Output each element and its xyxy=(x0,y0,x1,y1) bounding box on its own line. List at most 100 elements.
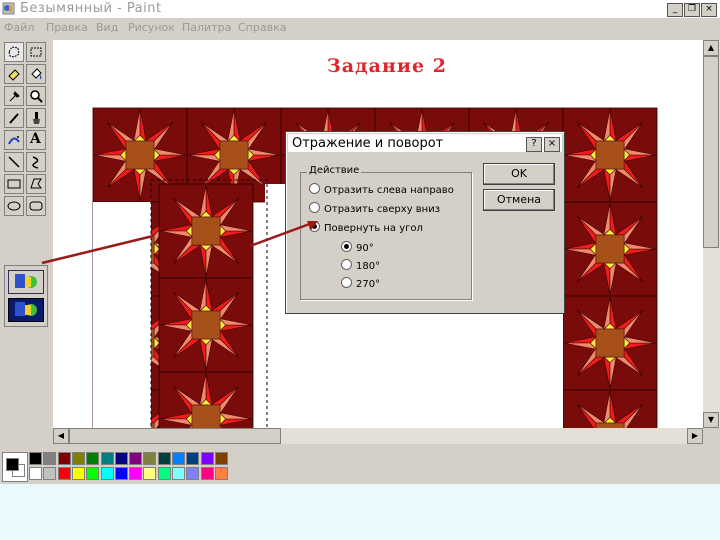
maximize-button[interactable]: ❐ xyxy=(684,3,700,17)
color-swatch[interactable] xyxy=(172,467,185,480)
pencil-icon xyxy=(9,113,19,124)
rotate-radio[interactable]: Повернуть на угол xyxy=(309,221,423,234)
color-swatch[interactable] xyxy=(172,452,185,465)
brush-tool[interactable] xyxy=(26,108,46,128)
color-swatch[interactable] xyxy=(29,467,42,480)
vertical-scroll-thumb[interactable] xyxy=(703,56,719,248)
text-icon: A xyxy=(30,131,41,147)
dialog-title: Отражение и поворот xyxy=(292,136,444,151)
free-select-tool[interactable] xyxy=(4,42,24,62)
paint-bucket-icon xyxy=(31,68,42,80)
scroll-up-arrow-icon[interactable]: ▲ xyxy=(703,40,719,56)
magnifier-tool[interactable] xyxy=(26,86,46,106)
angle-180-radio[interactable]: 180° xyxy=(341,259,380,272)
menu-view[interactable]: Вид xyxy=(96,21,118,34)
help-button[interactable]: ? xyxy=(526,137,542,152)
ellipse-tool[interactable] xyxy=(4,196,24,216)
airbrush-tool[interactable] xyxy=(4,130,24,150)
dialog-close-button[interactable]: × xyxy=(544,137,560,152)
flip-horizontal-label: Отразить слева направо xyxy=(324,185,454,196)
eraser-icon xyxy=(8,69,20,81)
foreground-color[interactable] xyxy=(6,458,19,471)
color-swatch[interactable] xyxy=(43,467,57,480)
color-swatch[interactable] xyxy=(200,452,214,465)
text-tool[interactable]: A xyxy=(26,130,46,150)
color-swatch[interactable] xyxy=(29,452,42,465)
vertical-scrollbar[interactable]: ▲ ▼ xyxy=(703,40,720,428)
color-swatch[interactable] xyxy=(143,452,157,465)
color-swatch[interactable] xyxy=(71,452,85,465)
color-swatch[interactable] xyxy=(186,467,200,480)
eyedropper-icon xyxy=(9,91,20,102)
minimize-button[interactable]: _ xyxy=(667,3,683,17)
menu-help[interactable]: Справка xyxy=(238,21,286,34)
horizontal-scroll-thumb[interactable] xyxy=(69,428,281,444)
transparent-selection-option[interactable] xyxy=(8,298,44,322)
radio-dot xyxy=(309,202,320,213)
color-swatch[interactable] xyxy=(157,467,171,480)
line-tool[interactable] xyxy=(4,152,24,172)
flip-vertical-radio[interactable]: Отразить сверху вниз xyxy=(309,202,440,215)
opaque-selection-icon xyxy=(15,274,37,288)
eraser-tool[interactable] xyxy=(4,64,24,84)
color-swatch[interactable] xyxy=(43,452,57,465)
scroll-down-arrow-icon[interactable]: ▼ xyxy=(703,412,719,428)
menu-bar: Файл Правка Вид Рисунок Палитра Справка xyxy=(0,19,720,37)
angle-90-label: 90° xyxy=(356,243,374,254)
color-swatch[interactable] xyxy=(214,452,228,465)
menu-edit[interactable]: Правка xyxy=(46,21,88,34)
color-swatch[interactable] xyxy=(57,467,71,480)
star-tile xyxy=(158,371,254,428)
rounded-rectangle-icon xyxy=(29,201,43,211)
color-swatch[interactable] xyxy=(157,452,171,465)
color-swatch[interactable] xyxy=(100,467,114,480)
star-tile xyxy=(562,201,658,297)
opaque-selection-option[interactable] xyxy=(8,270,44,294)
paint-app-icon xyxy=(2,2,15,15)
menu-image[interactable]: Рисунок xyxy=(128,21,175,34)
flip-rotate-dialog: Отражение и поворот ? × Действие Отразит… xyxy=(285,131,565,314)
scroll-left-arrow-icon[interactable]: ◀ xyxy=(53,428,69,444)
line-icon xyxy=(8,156,20,168)
airbrush-icon xyxy=(8,136,20,145)
dialog-title-bar: Отражение и поворот ? × xyxy=(288,134,562,152)
color-swatch[interactable] xyxy=(114,467,128,480)
scroll-right-arrow-icon[interactable]: ▶ xyxy=(687,428,703,444)
menu-colors[interactable]: Палитра xyxy=(182,21,231,34)
flip-vertical-label: Отразить сверху вниз xyxy=(324,204,441,215)
angle-90-radio[interactable]: 90° xyxy=(341,241,374,254)
angle-270-label: 270° xyxy=(356,279,381,290)
star-tile xyxy=(158,277,254,373)
ok-button[interactable]: OK xyxy=(483,163,555,185)
ellipse-icon xyxy=(7,201,21,211)
pencil-tool[interactable] xyxy=(4,108,24,128)
rounded-rect-tool[interactable] xyxy=(26,196,46,216)
polygon-tool[interactable] xyxy=(26,174,46,194)
horizontal-scrollbar[interactable]: ◀ ▶ xyxy=(53,428,703,444)
angle-270-radio[interactable]: 270° xyxy=(341,277,380,290)
color-swatch[interactable] xyxy=(100,452,114,465)
rectangle-tool[interactable] xyxy=(4,174,24,194)
color-swatch[interactable] xyxy=(200,467,214,480)
curve-tool[interactable] xyxy=(26,152,46,172)
fill-tool[interactable] xyxy=(26,64,46,84)
color-swatch[interactable] xyxy=(214,467,228,480)
close-button[interactable]: × xyxy=(701,3,717,17)
color-swatch[interactable] xyxy=(143,467,157,480)
color-swatch[interactable] xyxy=(129,452,143,465)
eyedropper-tool[interactable] xyxy=(4,86,24,106)
menu-file[interactable]: Файл xyxy=(4,21,34,34)
radio-dot xyxy=(341,259,352,270)
rect-select-tool[interactable] xyxy=(26,42,46,62)
color-swatch[interactable] xyxy=(186,452,200,465)
cancel-button[interactable]: Отмена xyxy=(483,189,555,211)
flip-horizontal-radio[interactable]: Отразить слева направо xyxy=(309,183,454,196)
color-swatch[interactable] xyxy=(129,467,143,480)
color-swatch[interactable] xyxy=(114,452,128,465)
color-swatch[interactable] xyxy=(71,467,85,480)
color-swatch[interactable] xyxy=(86,467,100,480)
color-swatch[interactable] xyxy=(57,452,71,465)
curve-icon xyxy=(32,156,39,169)
star-tile xyxy=(158,183,254,279)
color-swatch[interactable] xyxy=(86,452,100,465)
